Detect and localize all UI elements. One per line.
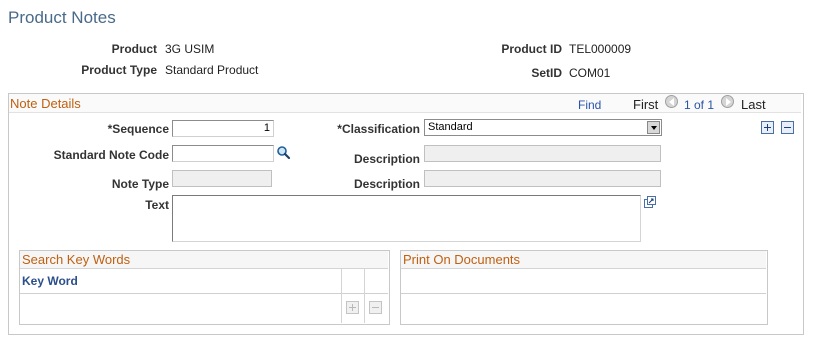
page-indicator: 1 of 1 — [684, 98, 715, 112]
find-link[interactable]: Find — [578, 98, 601, 112]
description-label: Description — [353, 152, 420, 166]
product-value: 3G USIM — [165, 42, 215, 56]
key-word-column-header: Key Word — [22, 274, 78, 288]
standard-note-code-input[interactable] — [172, 145, 274, 162]
text-label: Text — [145, 198, 169, 212]
previous-row-icon[interactable] — [665, 95, 678, 108]
product-label: Product — [111, 42, 157, 56]
product-id-value: TEL000009 — [569, 42, 632, 56]
product-id-label: Product ID — [501, 42, 562, 56]
add-key-word-icon[interactable] — [346, 301, 359, 314]
next-row-icon[interactable] — [721, 95, 734, 108]
standard-note-code-label: Standard Note Code — [53, 148, 169, 162]
first-label: First — [633, 97, 659, 112]
description-label-2: Description — [353, 177, 420, 191]
add-row-icon[interactable] — [761, 121, 774, 134]
description-field — [424, 145, 661, 162]
grid-divider — [341, 269, 342, 323]
lookup-icon[interactable] — [276, 145, 291, 160]
sequence-input[interactable]: 1 — [172, 120, 274, 137]
description-field-2 — [424, 170, 661, 187]
search-key-words-title: Search Key Words — [22, 252, 131, 267]
delete-row-icon[interactable] — [781, 121, 794, 134]
print-on-documents-title: Print On Documents — [403, 252, 521, 267]
sequence-label: *Sequence — [107, 122, 169, 136]
classification-label: *Classification — [337, 122, 420, 136]
setid-value: COM01 — [569, 66, 611, 80]
page-title: Product Notes — [8, 8, 116, 27]
note-type-field — [172, 170, 272, 187]
product-type-value: Standard Product — [165, 63, 259, 77]
last-label: Last — [741, 97, 766, 112]
note-details-header — [9, 94, 801, 113]
print-on-documents-header-row — [401, 269, 766, 294]
product-type-label: Product Type — [81, 63, 157, 77]
grid-divider — [364, 269, 365, 323]
classification-value: Standard — [428, 121, 473, 133]
delete-key-word-icon[interactable] — [369, 301, 382, 314]
dropdown-arrow-icon[interactable] — [647, 121, 660, 134]
classification-select[interactable]: Standard — [424, 119, 662, 136]
text-area[interactable] — [172, 195, 641, 242]
note-type-label: Note Type — [111, 177, 169, 191]
expand-text-icon[interactable] — [643, 196, 656, 209]
note-details-title: Note Details — [10, 96, 81, 111]
setid-label: SetID — [531, 66, 562, 80]
